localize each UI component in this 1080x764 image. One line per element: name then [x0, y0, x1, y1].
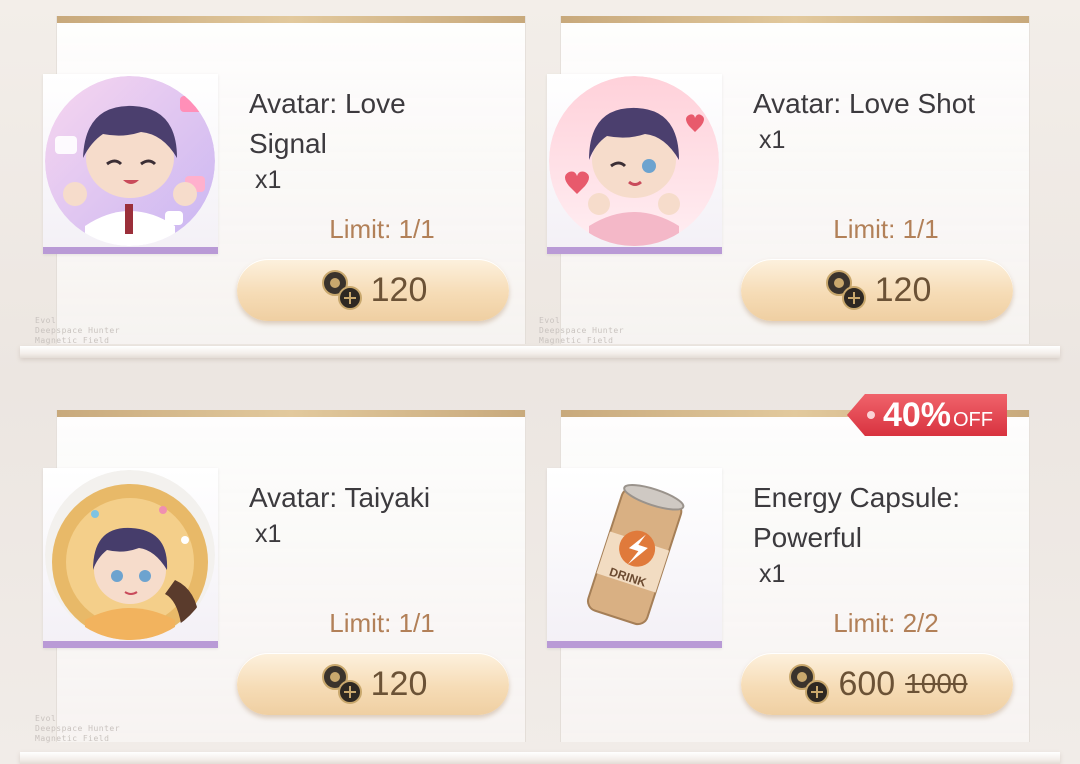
buy-button[interactable]: 120: [237, 259, 509, 321]
decor-label: Evol Deepspace Hunter Magnetic Field: [35, 714, 121, 743]
avatar-love-shot-icon: [549, 76, 719, 246]
frame-stripe: [547, 641, 722, 648]
item-title: Avatar: Love Shot: [753, 88, 976, 119]
item-title: Avatar: Love Signal: [249, 88, 406, 159]
item-quantity: x1: [759, 560, 786, 588]
item-image-frame: DRINK: [547, 468, 722, 648]
item-image-frame: [547, 74, 722, 254]
item-quantity: x1: [255, 166, 282, 194]
purchase-limit: Limit: 1/1: [329, 214, 435, 244]
original-price: 1000: [905, 668, 968, 699]
avatar-taiyaki-icon: [45, 470, 215, 640]
frame-stripe: [547, 247, 722, 254]
shop-item-card[interactable]: Avatar: Taiyaki x1 Limit: 1/1 120 Evol D…: [35, 410, 526, 743]
item-price: 120: [874, 270, 932, 309]
decor-label: Evol Deepspace Hunter Magnetic Field: [35, 316, 121, 345]
item-image-frame: [43, 468, 218, 648]
card-gold-bar: [57, 410, 525, 417]
purchase-limit: Limit: 1/1: [329, 608, 435, 638]
decor-label: Evol Deepspace Hunter Magnetic Field: [539, 316, 625, 345]
discount-badge: 40% OFF: [846, 394, 1007, 436]
item-price: 120: [370, 664, 428, 703]
item-price: 120: [370, 270, 428, 309]
purchase-limit: Limit: 1/1: [833, 214, 939, 244]
badge-hole: [866, 411, 875, 419]
item-title: Avatar: Taiyaki: [249, 482, 431, 513]
discount-percent: 40%: [882, 396, 951, 434]
buy-button[interactable]: 600 1000: [741, 653, 1013, 715]
currency-coin-icon: [321, 270, 362, 310]
card-gold-bar: [57, 16, 525, 23]
currency-coin-icon: [825, 270, 866, 310]
avatar-love-signal-icon: [45, 76, 215, 246]
frame-stripe: [43, 641, 218, 648]
item-price: 600: [838, 664, 896, 703]
item-title: Energy Capsule: Powerful: [753, 482, 961, 553]
purchase-limit: Limit: 2/2: [833, 608, 939, 638]
currency-coin-icon: [321, 664, 362, 704]
discount-suffix: OFF: [953, 409, 993, 431]
card-gold-bar: [561, 16, 1029, 23]
item-quantity: x1: [255, 520, 282, 548]
frame-stripe: [43, 247, 218, 254]
shelf-bottom: [20, 752, 1060, 764]
buy-button[interactable]: 120: [741, 259, 1013, 321]
buy-button[interactable]: 120: [237, 653, 509, 715]
shop-item-card[interactable]: 40% OFF DRINK Energy Capsule: Powerful x…: [547, 394, 1030, 742]
shelf-top: [20, 346, 1060, 358]
currency-coin-icon: [789, 664, 830, 704]
energy-drink-can-icon: DRINK: [586, 484, 685, 626]
item-quantity: x1: [759, 126, 786, 154]
shop-item-card[interactable]: Avatar: Love Shot x1 Limit: 1/1 120 Evol…: [539, 16, 1030, 345]
shop-item-card[interactable]: Avatar: Love Signal x1 Limit: 1/1 120 Ev…: [35, 16, 526, 345]
item-image-frame: [43, 74, 218, 254]
